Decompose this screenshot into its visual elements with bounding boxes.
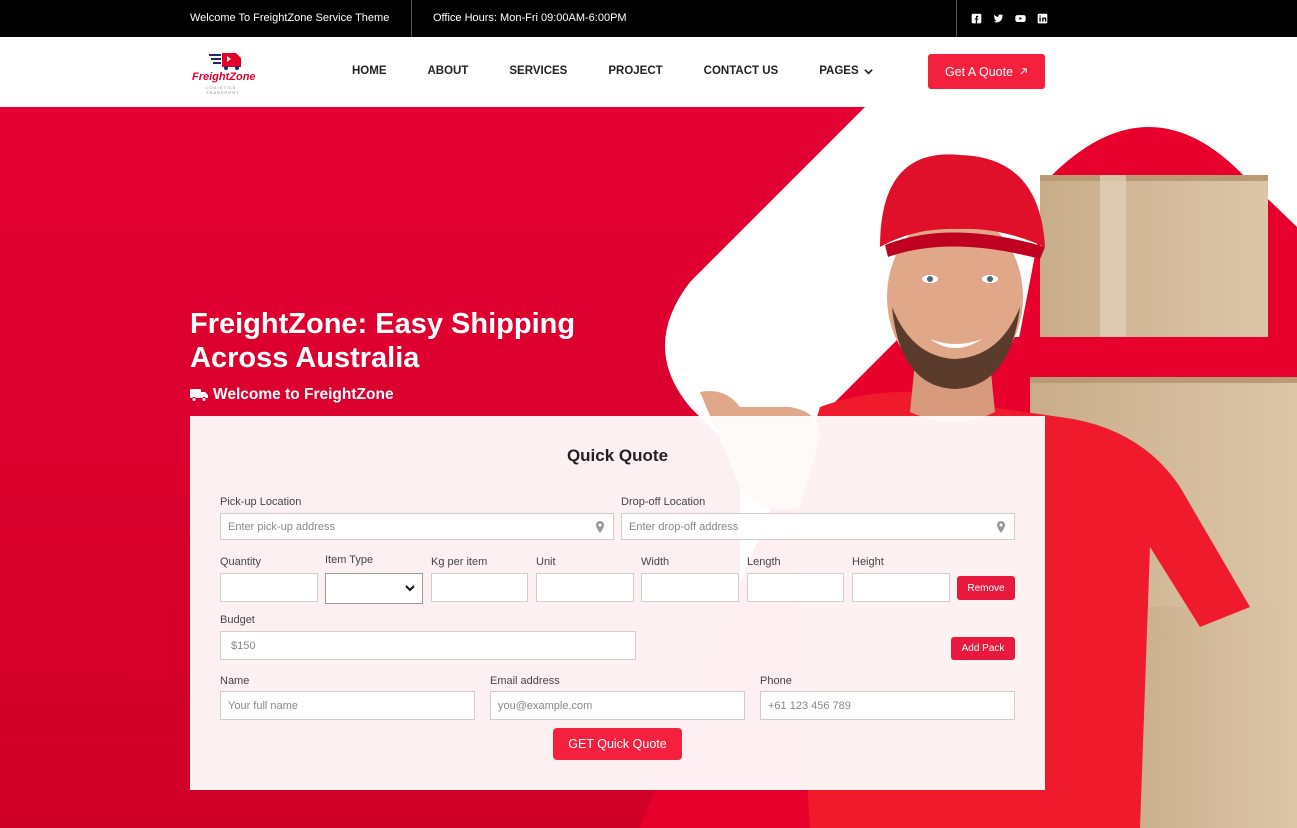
pickup-label: Pick-up Location	[220, 496, 302, 508]
unit-label: Unit	[536, 556, 556, 568]
phone-input[interactable]: +61 123 456 789	[760, 691, 1015, 720]
nav-contact-us[interactable]: CONTACT US	[704, 65, 779, 77]
nav-pages[interactable]: PAGES	[819, 65, 873, 77]
form-title: Quick Quote	[566, 446, 669, 465]
length-input[interactable]	[747, 573, 844, 602]
budget-label: Budget	[220, 614, 255, 626]
kg-per-item-label: Kg per item	[431, 556, 488, 568]
width-label: Width	[641, 556, 670, 568]
map-pin-icon	[997, 521, 1005, 533]
quantity-input[interactable]	[220, 573, 318, 602]
dropoff-label: Drop-off Location	[621, 496, 706, 508]
main-menu: HOME ABOUT SERVICES PROJECT CONTACT US P…	[352, 65, 915, 77]
unit-input[interactable]	[536, 573, 634, 602]
twitter-icon[interactable]	[992, 12, 1005, 25]
youtube-icon[interactable]	[1014, 12, 1027, 25]
truck-logo-icon	[209, 53, 241, 70]
add-pack-button[interactable]: Add Pack	[951, 637, 1015, 660]
length-label: Length	[747, 556, 781, 568]
brand-name: FreightZone	[192, 71, 256, 83]
nav-services[interactable]: SERVICES	[509, 65, 567, 77]
office-hours: Office Hours: Mon-Fri 09:00AM-6:00PM	[433, 12, 627, 24]
hero-title: FreightZone: Easy Shipping Across Austra…	[190, 308, 576, 374]
social-links	[970, 12, 1049, 25]
topbar-divider	[411, 0, 412, 37]
name-placeholder: Your full name	[228, 699, 298, 712]
main-navbar: FreightZone LOGISTICS · TRANSPORT HOME A…	[0, 37, 1297, 107]
quick-quote-form: Quick Quote Pick-up Location Enter pick-…	[190, 416, 1045, 790]
email-placeholder: you@example.com	[498, 699, 593, 712]
nav-home[interactable]: HOME	[352, 65, 387, 77]
phone-label: Phone	[760, 675, 792, 687]
email-input[interactable]: you@example.com	[490, 691, 745, 720]
phone-placeholder: +61 123 456 789	[768, 699, 851, 712]
map-pin-icon	[596, 521, 604, 533]
height-label: Height	[852, 556, 884, 568]
nav-pages-label: PAGES	[819, 65, 859, 77]
get-a-quote-button[interactable]: Get A Quote	[928, 54, 1045, 89]
width-input[interactable]	[641, 573, 739, 602]
item-type-select[interactable]	[325, 573, 423, 604]
hero-section: FreightZone: Easy Shipping Across Austra…	[0, 107, 1297, 828]
hero-subtitle-text: Welcome to FreightZone	[213, 386, 394, 403]
facebook-icon[interactable]	[970, 12, 983, 25]
top-bar: Welcome To FreightZone Service Theme Off…	[0, 0, 1297, 37]
topbar-divider	[956, 0, 957, 37]
nav-about[interactable]: ABOUT	[428, 65, 469, 77]
budget-input[interactable]: $150	[220, 631, 636, 660]
get-a-quote-label: Get A Quote	[944, 64, 1014, 79]
welcome-text: Welcome To FreightZone Service Theme	[190, 12, 390, 24]
name-input[interactable]: Your full name	[220, 691, 475, 720]
hero-subtitle: Welcome to FreightZone	[190, 386, 394, 404]
get-quick-quote-button[interactable]: GET Quick Quote	[553, 728, 682, 760]
dropoff-placeholder: Enter drop-off address	[629, 520, 739, 533]
name-label: Name	[220, 675, 250, 687]
pickup-placeholder: Enter pick-up address	[228, 520, 335, 533]
truck-icon	[190, 389, 208, 402]
nav-project[interactable]: PROJECT	[608, 65, 662, 77]
pickup-input[interactable]: Enter pick-up address	[220, 513, 614, 540]
chevron-down-icon	[863, 68, 873, 75]
quantity-label: Quantity	[220, 556, 261, 568]
budget-placeholder: $150	[231, 639, 256, 652]
brand-logo[interactable]: FreightZone LOGISTICS · TRANSPORT	[190, 49, 270, 95]
brand-tagline: LOGISTICS · TRANSPORT	[206, 85, 241, 95]
arrow-up-right-icon	[1020, 68, 1027, 75]
item-type-label: Item Type	[325, 554, 374, 566]
linkedin-icon[interactable]	[1036, 12, 1049, 25]
kg-per-item-input[interactable]	[431, 573, 528, 602]
email-label: Email address	[490, 675, 560, 687]
chevron-down-icon	[405, 585, 415, 592]
height-input[interactable]	[852, 573, 950, 602]
remove-pack-button[interactable]: Remove	[957, 576, 1015, 600]
dropoff-input[interactable]: Enter drop-off address	[621, 513, 1015, 540]
